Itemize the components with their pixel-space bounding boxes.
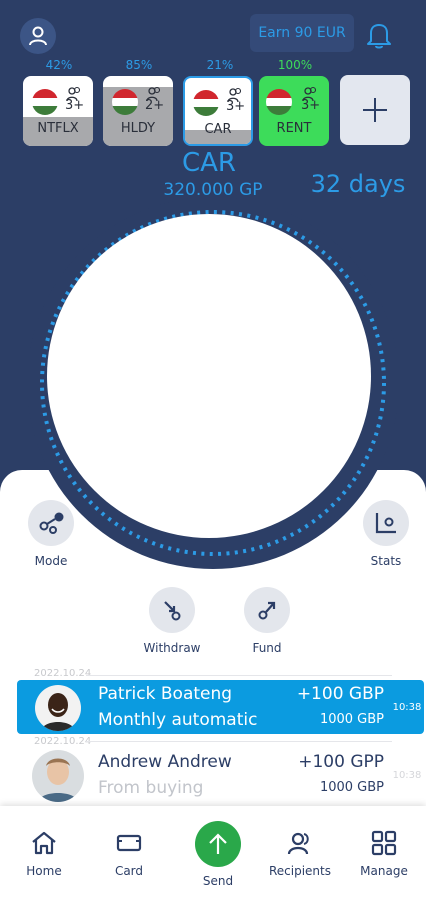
fund-icon	[244, 587, 290, 633]
goal-percent: 42%	[45, 58, 73, 72]
stats-icon	[363, 500, 409, 546]
transaction-amount: +100 GPP	[298, 752, 384, 772]
arrow-up-icon	[209, 833, 227, 854]
transaction-balance: 1000 GBP	[319, 712, 384, 727]
stats-button[interactable]: Stats	[346, 500, 426, 568]
days-remaining: 32 days	[310, 170, 406, 198]
transaction-description: Monthly automatic	[98, 710, 258, 730]
member-count: 3+	[301, 98, 321, 113]
profile-button[interactable]	[20, 18, 56, 54]
hungary-flag-icon	[112, 89, 138, 115]
card-icon	[116, 834, 142, 852]
hungary-flag-icon	[193, 90, 219, 116]
transaction-description: From buying	[98, 778, 204, 798]
avatar	[32, 750, 84, 802]
fund-button[interactable]: Fund	[227, 587, 307, 655]
goal-card-car[interactable]: 3+ CAR	[183, 76, 253, 146]
transaction-date: 2022.10.24	[34, 668, 92, 679]
goal-card-rent[interactable]: 3+ RENT	[259, 76, 329, 146]
plus-icon	[363, 98, 387, 122]
member-count: 3+	[226, 99, 246, 114]
transaction-name: Patrick Boateng	[98, 684, 233, 704]
goal-percent: 21%	[206, 58, 234, 72]
nav-manage[interactable]: Manage	[344, 830, 424, 878]
member-count: 3+	[65, 98, 85, 113]
send-button[interactable]	[195, 821, 241, 867]
hungary-flag-icon	[266, 89, 292, 115]
hungary-flag-icon	[32, 89, 58, 115]
mode-label: Mode	[34, 554, 68, 568]
withdraw-icon	[149, 587, 195, 633]
goal-percent: 100%	[277, 58, 313, 72]
goal-circle[interactable]	[47, 214, 371, 538]
earn-button[interactable]: Earn 90 EUR	[250, 14, 354, 52]
home-icon	[32, 831, 56, 855]
goal-card-ntflx[interactable]: 3+ NTFLX	[23, 76, 93, 146]
recipients-icon	[287, 832, 309, 855]
nav-card-label: Card	[114, 864, 144, 878]
divider	[86, 741, 392, 742]
goal-card-hldy[interactable]: 2+ HLDY	[103, 76, 173, 146]
withdraw-label: Withdraw	[143, 641, 201, 655]
nav-home-label: Home	[26, 864, 62, 878]
stats-label: Stats	[370, 554, 402, 568]
goal-label: NTFLX	[37, 121, 79, 136]
transaction-time: 10:38	[392, 770, 422, 781]
transaction-amount: +100 GBP	[296, 684, 384, 704]
goal-title: CAR	[181, 148, 236, 178]
member-count: 2+	[145, 98, 165, 113]
grid-icon	[371, 830, 397, 856]
transaction-time: 10:38	[392, 702, 422, 713]
transaction-name: Andrew Andrew	[98, 752, 232, 772]
transaction-balance: 1000 GBP	[319, 780, 384, 795]
nav-home[interactable]: Home	[4, 830, 84, 878]
nav-send-label-wrap[interactable]: Send	[178, 874, 258, 888]
fund-label: Fund	[252, 641, 282, 655]
divider	[86, 675, 392, 676]
bell-icon[interactable]	[364, 20, 394, 50]
goal-label: HLDY	[120, 121, 156, 136]
add-goal-button[interactable]	[340, 75, 410, 145]
avatar	[35, 685, 81, 731]
user-icon	[29, 26, 47, 46]
nav-send-label: Send	[202, 874, 234, 888]
nav-manage-label: Manage	[360, 864, 408, 878]
goal-percent: 85%	[125, 58, 153, 72]
nav-card[interactable]: Card	[89, 830, 169, 878]
transaction-row[interactable]: Patrick Boateng Monthly automatic +100 G…	[17, 680, 424, 734]
nav-recipients[interactable]: Recipients	[260, 830, 340, 878]
nav-recipients-label: Recipients	[268, 864, 331, 878]
transaction-date: 2022.10.24	[34, 736, 92, 747]
mode-icon	[28, 500, 74, 546]
mode-button[interactable]: Mode	[11, 500, 91, 568]
goal-label: RENT	[276, 121, 312, 136]
transaction-row[interactable]: Andrew Andrew From buying +100 GPP 1000 …	[17, 748, 424, 802]
withdraw-button[interactable]: Withdraw	[132, 587, 212, 655]
bottom-nav: Home Card Send Recipients Manage	[0, 806, 426, 898]
goal-label: CAR	[204, 122, 232, 137]
